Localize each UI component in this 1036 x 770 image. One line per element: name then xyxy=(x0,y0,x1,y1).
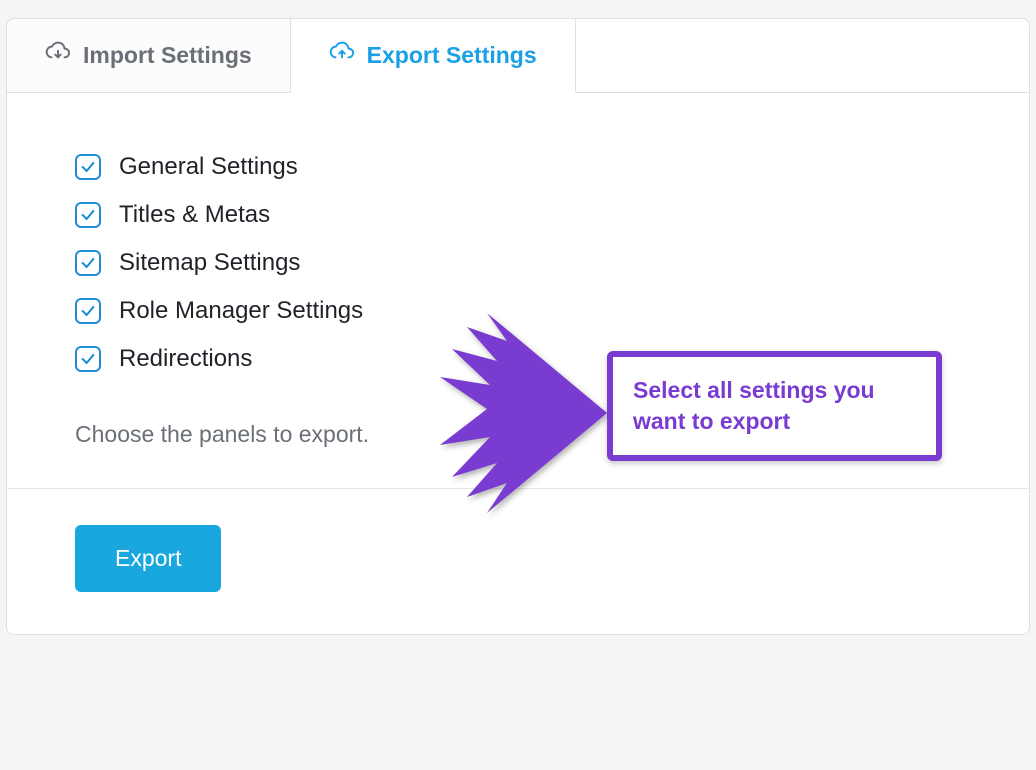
tab-export-label: Export Settings xyxy=(367,42,537,69)
tab-import[interactable]: Import Settings xyxy=(7,19,291,92)
tab-export[interactable]: Export Settings xyxy=(291,19,576,93)
check-row: General Settings xyxy=(75,153,961,181)
checkbox-label: General Settings xyxy=(119,153,298,181)
checkbox[interactable] xyxy=(75,346,101,372)
settings-panel: Import Settings Export Settings General … xyxy=(6,18,1030,635)
checkbox[interactable] xyxy=(75,298,101,324)
cloud-download-icon xyxy=(45,40,71,72)
annotation-text: Select all settings you want to export xyxy=(633,377,875,434)
cloud-upload-icon xyxy=(329,40,355,72)
annotation-callout: Select all settings you want to export xyxy=(607,351,942,461)
check-row: Titles & Metas xyxy=(75,201,961,229)
export-check-list: General Settings Titles & Metas Sitemap Se… xyxy=(75,153,961,373)
export-button[interactable]: Export xyxy=(75,525,221,592)
checkbox[interactable] xyxy=(75,154,101,180)
export-content: General Settings Titles & Metas Sitemap Se… xyxy=(7,93,1029,488)
tabs: Import Settings Export Settings xyxy=(7,19,1029,93)
check-row: Role Manager Settings xyxy=(75,297,961,325)
tab-import-label: Import Settings xyxy=(83,42,252,69)
checkbox[interactable] xyxy=(75,250,101,276)
checkbox-label: Redirections xyxy=(119,345,252,373)
checkbox-label: Titles & Metas xyxy=(119,201,270,229)
checkbox-label: Sitemap Settings xyxy=(119,249,300,277)
footer: Export xyxy=(7,488,1029,634)
checkbox-label: Role Manager Settings xyxy=(119,297,363,325)
checkbox[interactable] xyxy=(75,202,101,228)
check-row: Sitemap Settings xyxy=(75,249,961,277)
